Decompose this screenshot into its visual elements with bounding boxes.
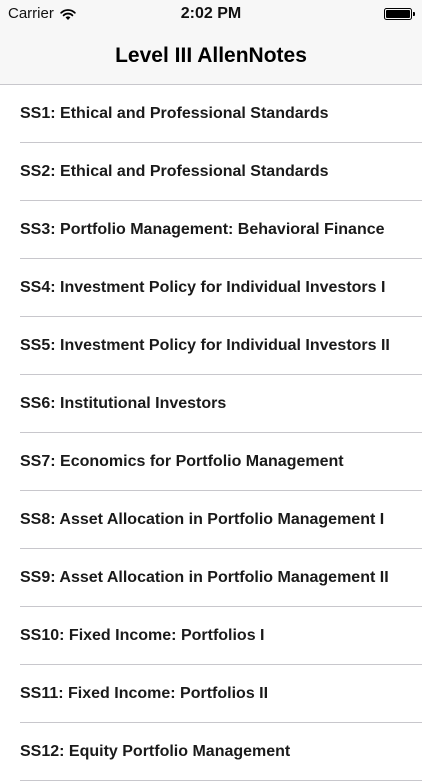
- list-item[interactable]: SS2: Ethical and Professional Standards: [0, 143, 422, 201]
- navigation-bar: Level III AllenNotes: [0, 28, 422, 85]
- status-time: 2:02 PM: [180, 5, 242, 22]
- list-item-label: SS3: Portfolio Management: Behavioral Fi…: [20, 221, 385, 238]
- list-item[interactable]: SS5: Investment Policy for Individual In…: [0, 317, 422, 375]
- list-item[interactable]: SS8: Asset Allocation in Portfolio Manag…: [0, 491, 422, 549]
- list-item-label: SS6: Institutional Investors: [20, 395, 227, 412]
- list-item[interactable]: SS1: Ethical and Professional Standards: [0, 85, 422, 143]
- list-item-label: SS5: Investment Policy for Individual In…: [20, 337, 390, 354]
- list-item[interactable]: SS6: Institutional Investors: [0, 375, 422, 433]
- battery-icon: [384, 8, 415, 20]
- list-item-label: SS9: Asset Allocation in Portfolio Manag…: [20, 569, 389, 586]
- list-item-label: SS10: Fixed Income: Portfolios I: [20, 627, 265, 644]
- list-item-label: SS11: Fixed Income: Portfolios II: [20, 685, 269, 702]
- list-item-label: SS12: Equity Portfolio Management: [20, 743, 291, 760]
- page-title: Level III AllenNotes: [115, 44, 307, 67]
- study-session-list: SS1: Ethical and Professional Standards …: [0, 85, 422, 781]
- list-item[interactable]: SS4: Investment Policy for Individual In…: [0, 259, 422, 317]
- list-item[interactable]: SS12: Equity Portfolio Management: [0, 723, 422, 781]
- list-item[interactable]: SS7: Economics for Portfolio Management: [0, 433, 422, 491]
- status-bar: Carrier 2:02 PM: [0, 0, 422, 28]
- list-item-label: SS4: Investment Policy for Individual In…: [20, 279, 386, 296]
- list-item-label: SS7: Economics for Portfolio Management: [20, 453, 344, 470]
- list-item-label: SS1: Ethical and Professional Standards: [20, 105, 329, 122]
- list-item[interactable]: SS9: Asset Allocation in Portfolio Manag…: [0, 549, 422, 607]
- list-item[interactable]: SS3: Portfolio Management: Behavioral Fi…: [0, 201, 422, 259]
- list-item[interactable]: SS10: Fixed Income: Portfolios I: [0, 607, 422, 665]
- list-item-label: SS8: Asset Allocation in Portfolio Manag…: [20, 511, 385, 528]
- list-item-label: SS2: Ethical and Professional Standards: [20, 163, 329, 180]
- list-item[interactable]: SS11: Fixed Income: Portfolios II: [0, 665, 422, 723]
